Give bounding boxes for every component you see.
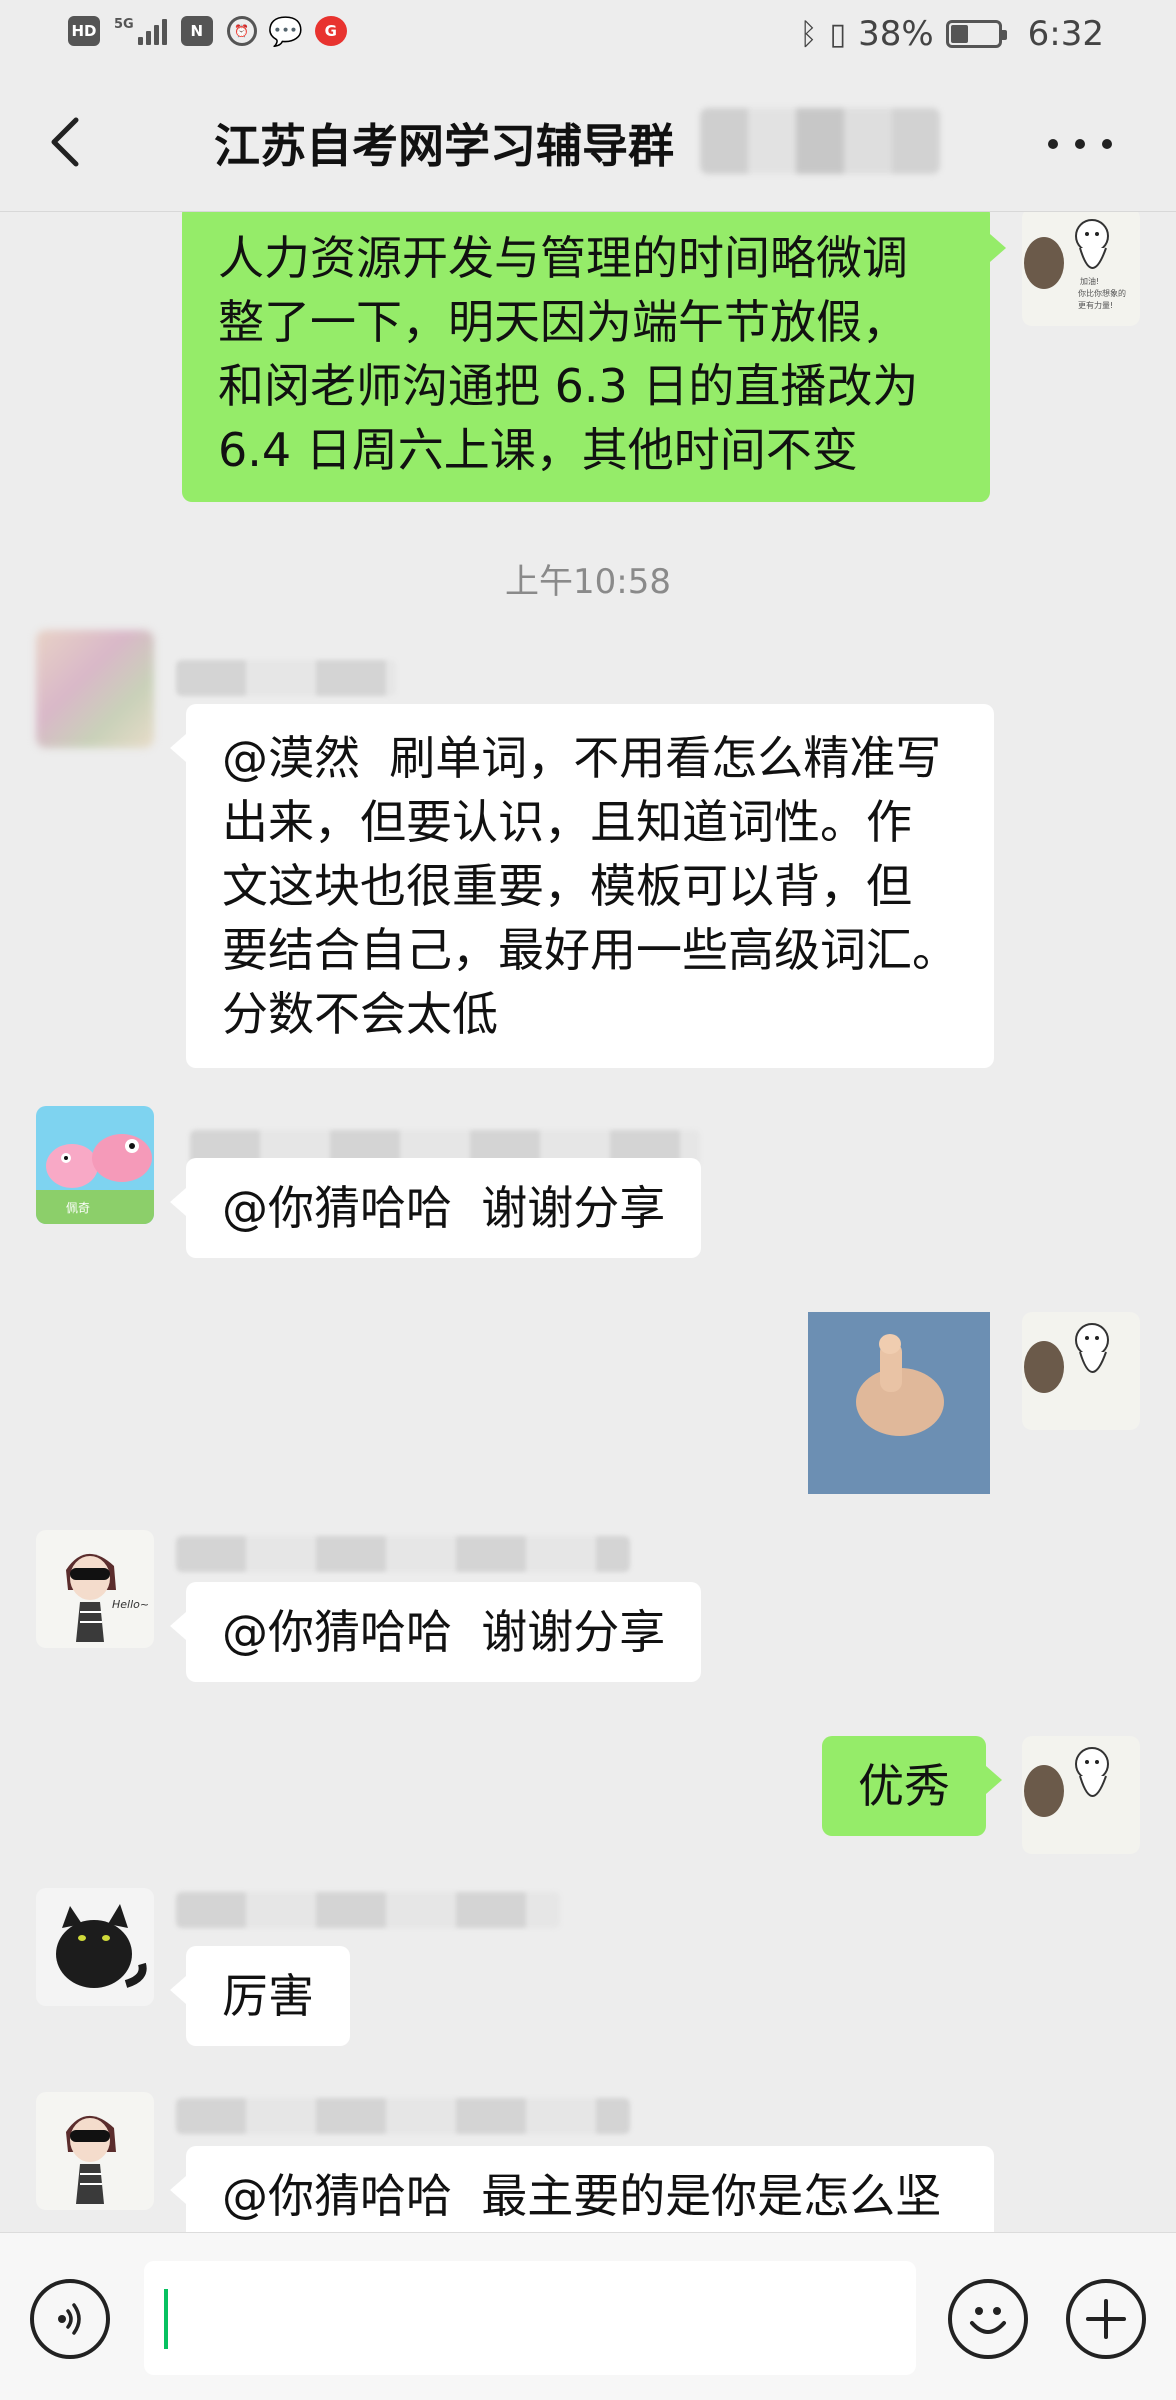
sender-name-redacted <box>176 1536 630 1572</box>
message-timestamp: 上午10:58 <box>505 562 671 602</box>
message-bubble[interactable]: @漠然 刷单词，不用看怎么精准写 出来，但要认识，且知道词性。作 文这块也很重要… <box>170 704 994 1068</box>
hd-icon: HD <box>68 16 100 46</box>
thumbs-up-icon <box>808 1312 990 1494</box>
message-bubble[interactable]: 人力资源开发与管理的时间略微调 整了一下，明天因为端午节放假， 和闵老师沟通把 … <box>182 212 1006 502</box>
svg-text:你比你想象的: 你比你想象的 <box>1078 288 1126 298</box>
vibrate-icon: ▯ <box>829 16 847 52</box>
sender-avatar[interactable]: 佩奇 <box>36 1106 154 1224</box>
message-bubble[interactable]: 厉害 <box>170 1946 350 2046</box>
back-icon <box>51 117 79 167</box>
self-avatar[interactable]: 加油! 你比你想象的 更有力量! <box>1022 212 1140 326</box>
title-redacted <box>700 108 940 174</box>
emoji-button[interactable] <box>948 2279 1028 2359</box>
message-bubble[interactable]: @你猜哈哈 谢谢分享 <box>169 1582 702 1682</box>
app-notification-icon: G <box>314 16 347 46</box>
clock: 6:32 <box>1027 14 1104 54</box>
message-bubble[interactable]: @你猜哈哈 最主要的是你是怎么坚 <box>170 2146 994 2232</box>
status-right: ᛒ ▯ 38% 6:32 <box>800 14 1104 54</box>
self-avatar[interactable] <box>1022 1736 1140 1854</box>
message-list[interactable]: 人力资源开发与管理的时间略微调 整了一下，明天因为端午节放假， 和闵老师沟通把 … <box>0 212 1176 2232</box>
sender-avatar[interactable] <box>36 630 154 748</box>
message-input[interactable] <box>144 2261 916 2375</box>
sender-avatar[interactable] <box>36 2092 154 2210</box>
text-cursor <box>164 2289 168 2349</box>
svg-text:更有力量!: 更有力量! <box>1078 300 1113 310</box>
more-icon <box>1048 139 1058 149</box>
voice-icon <box>58 2303 81 2335</box>
cat-avatar-image <box>36 1888 154 2006</box>
message-bubble[interactable]: @你猜哈哈 谢谢分享 <box>169 1158 702 1258</box>
signal-icon: 5G <box>114 17 167 45</box>
battery-percent: 38% <box>858 14 934 54</box>
battery-icon <box>945 20 1007 48</box>
back-button[interactable] <box>36 114 92 170</box>
wechat-icon: 💬 <box>268 14 304 48</box>
hello-avatar-image: Hello~ <box>36 1530 154 1648</box>
nfc-icon: N <box>180 16 213 46</box>
svg-text:加油!: 加油! <box>1080 276 1099 286</box>
more-button[interactable] <box>1040 124 1120 164</box>
plus-button[interactable] <box>1066 2279 1146 2359</box>
sender-name-redacted <box>176 1892 560 1928</box>
alarm-icon: ⏰ <box>226 16 257 46</box>
self-avatar[interactable] <box>1022 1312 1140 1430</box>
input-bar <box>0 2232 1176 2400</box>
voice-button[interactable] <box>30 2279 110 2359</box>
thumbs-up-image[interactable] <box>808 1312 990 1494</box>
message-bubble[interactable]: 优秀 <box>822 1736 1002 1836</box>
status-left-icons: HD 5G N ⏰ 💬 G <box>68 14 347 48</box>
sender-avatar[interactable] <box>36 1888 154 2006</box>
sender-name-redacted <box>176 660 396 696</box>
plus-icon <box>1086 2299 1126 2339</box>
network-label: 5G <box>114 17 134 32</box>
status-bar: HD 5G N ⏰ 💬 G ᛒ ▯ 38% 6:32 <box>0 0 1176 72</box>
peppa-caption: 佩奇 <box>66 1201 90 1215</box>
sender-name-redacted <box>176 2098 630 2134</box>
peppa-avatar-image: 佩奇 <box>36 1106 154 1224</box>
emoji-icon <box>970 2307 1006 2334</box>
chat-title: 江苏自考网学习辅导群 <box>214 119 674 173</box>
hello-caption: Hello~ <box>112 1598 149 1611</box>
sender-avatar[interactable]: Hello~ <box>36 1530 154 1648</box>
chat-header: 江苏自考网学习辅导群 <box>0 72 1176 212</box>
bluetooth-icon: ᛒ <box>799 16 818 52</box>
self-avatar-image: 加油! 你比你想象的 更有力量! <box>1022 212 1140 326</box>
